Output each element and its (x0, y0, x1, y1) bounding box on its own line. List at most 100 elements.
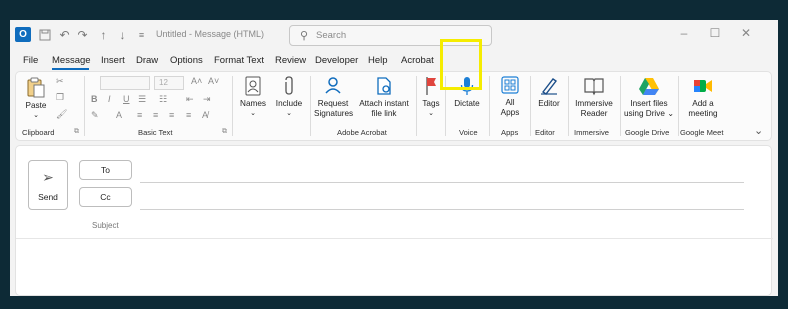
bullets-icon[interactable]: ☰ (138, 94, 146, 105)
search-placeholder: Search (316, 30, 347, 41)
add-a-meeting-button[interactable]: Add a meeting (681, 76, 725, 119)
italic-icon[interactable]: I (108, 94, 111, 104)
paperclip-icon (285, 76, 293, 95)
chevron-down-icon: ⌄ (667, 109, 675, 118)
paste-button[interactable]: Paste ⌄ (22, 76, 50, 121)
chevron-down-icon: ⌄ (33, 112, 39, 119)
immersive-reader-button[interactable]: Immersive Reader (571, 76, 617, 119)
compose-pane: ➢ Send To Cc Subject (15, 145, 773, 296)
close-icon[interactable]: ✕ (738, 26, 754, 40)
tab-draw[interactable]: Draw (136, 55, 158, 66)
names-label: Names (240, 99, 266, 108)
tab-format-text[interactable]: Format Text (214, 55, 264, 66)
title-bar: O ↶ ↷ ↑ ↓ ≡ Untitled - Message (HTML) ⚲ … (10, 20, 778, 50)
request-signatures-line1: Request (317, 99, 349, 108)
chevron-down-icon: ⌄ (286, 110, 292, 117)
immersive-reader-line2: Reader (580, 109, 608, 118)
insert-files-using-drive-button[interactable]: Insert files using Drive ⌄ (622, 76, 676, 119)
align-left-icon[interactable]: ≡ (137, 110, 142, 120)
paste-label: Paste (25, 101, 47, 110)
cc-field[interactable] (140, 209, 744, 210)
tab-help[interactable]: Help (368, 55, 388, 66)
message-body[interactable] (16, 239, 773, 296)
screenshot-frame: O ↶ ↷ ↑ ↓ ≡ Untitled - Message (HTML) ⚲ … (0, 0, 788, 309)
highlight-icon[interactable]: ✎ (91, 110, 99, 121)
tab-file[interactable]: File (23, 55, 38, 66)
group-immersive: Immersive (574, 128, 610, 137)
maximize-icon[interactable]: ☐ (707, 26, 723, 40)
font-color-icon[interactable]: A (116, 110, 122, 120)
tab-review[interactable]: Review (275, 55, 306, 66)
customize-icon[interactable]: ≡ (135, 28, 148, 41)
tab-insert[interactable]: Insert (101, 55, 125, 66)
all-apps-line2: Apps (500, 108, 520, 117)
group-google-drive: Google Drive (625, 128, 670, 137)
cc-button[interactable]: Cc (79, 187, 132, 207)
group-adobe-acrobat: Adobe Acrobat (337, 128, 387, 137)
minimize-icon[interactable]: – (676, 26, 692, 40)
undo-icon[interactable]: ↶ (58, 28, 71, 42)
separator (310, 76, 311, 136)
window-title: Untitled - Message (HTML) (156, 29, 265, 39)
search-icon: ⚲ (300, 30, 309, 42)
tab-acrobat[interactable]: Acrobat (401, 55, 434, 66)
to-field[interactable] (140, 182, 744, 183)
numbering-icon[interactable]: ☷ (159, 94, 167, 105)
tab-developer[interactable]: Developer (315, 55, 358, 66)
tab-options[interactable]: Options (170, 55, 203, 66)
attach-instant-file-link-button[interactable]: Attach instant file link (356, 76, 412, 119)
to-button[interactable]: To (79, 160, 132, 180)
ribbon: Paste ⌄ ✂ ❐ 🖌 Clipboard ⧉ 12 A˄ A˅ B I U… (15, 71, 772, 141)
dictate-label: Dictate (454, 99, 480, 108)
group-apps: Apps (501, 128, 519, 137)
bold-icon[interactable]: B (91, 94, 98, 104)
ribbon-tabs: File Message Insert Draw Options Format … (10, 50, 778, 70)
redo-icon[interactable]: ↷ (76, 28, 89, 42)
add-meeting-line1: Add a (692, 99, 714, 108)
save-icon[interactable] (38, 28, 51, 41)
all-apps-button[interactable]: All Apps (493, 76, 527, 118)
outlook-logo-icon: O (15, 27, 31, 42)
align-right-icon[interactable]: ≡ (169, 110, 174, 120)
tags-button[interactable]: Tags ⌄ (420, 76, 442, 119)
cut-icon[interactable]: ✂ (56, 76, 64, 87)
separator (84, 76, 85, 136)
names-button[interactable]: Names ⌄ (238, 76, 268, 119)
add-meeting-line2: meeting (688, 109, 718, 118)
separator (620, 76, 621, 136)
ribbon-expand-chevron-icon[interactable]: ⌄ (754, 124, 763, 137)
active-tab-indicator (52, 68, 89, 70)
outlook-compose-window: O ↶ ↷ ↑ ↓ ≡ Untitled - Message (HTML) ⚲ … (10, 20, 778, 296)
font-name-input[interactable] (100, 76, 150, 90)
send-label: Send (38, 192, 58, 202)
justify-icon[interactable]: ≡ (186, 110, 191, 120)
clipboard-launcher-icon[interactable]: ⧉ (74, 128, 79, 136)
tags-label: Tags (422, 99, 440, 108)
include-label: Include (275, 99, 303, 108)
grow-font-icon[interactable]: A˄ (191, 76, 202, 86)
dictate-highlight-box (440, 39, 482, 90)
underline-icon[interactable]: U (123, 94, 130, 104)
editor-label: Editor (538, 99, 560, 108)
basic-text-launcher-icon[interactable]: ⧉ (222, 128, 227, 136)
editor-button[interactable]: Editor (533, 76, 565, 109)
format-painter-icon[interactable]: 🖌 (56, 109, 67, 120)
separator (678, 76, 679, 136)
down-arrow-icon[interactable]: ↓ (116, 28, 129, 42)
separator (489, 76, 490, 136)
include-button[interactable]: Include ⌄ (273, 76, 305, 119)
decrease-indent-icon[interactable]: ⇤ (186, 94, 194, 105)
up-arrow-icon[interactable]: ↑ (97, 28, 110, 42)
align-center-icon[interactable]: ≡ (153, 110, 158, 120)
shrink-font-icon[interactable]: A˅ (208, 76, 219, 86)
increase-indent-icon[interactable]: ⇥ (203, 94, 211, 105)
send-button[interactable]: ➢ Send (28, 160, 68, 210)
clear-formatting-icon[interactable]: A̸ (202, 110, 208, 120)
request-signatures-button[interactable]: Request Signatures (314, 76, 353, 119)
copy-icon[interactable]: ❐ (56, 92, 64, 103)
attach-instant-line2: file link (371, 109, 397, 118)
tab-message[interactable]: Message (52, 55, 91, 66)
separator (530, 76, 531, 136)
font-size-input[interactable]: 12 (154, 76, 184, 90)
subject-label: Subject (92, 221, 119, 230)
